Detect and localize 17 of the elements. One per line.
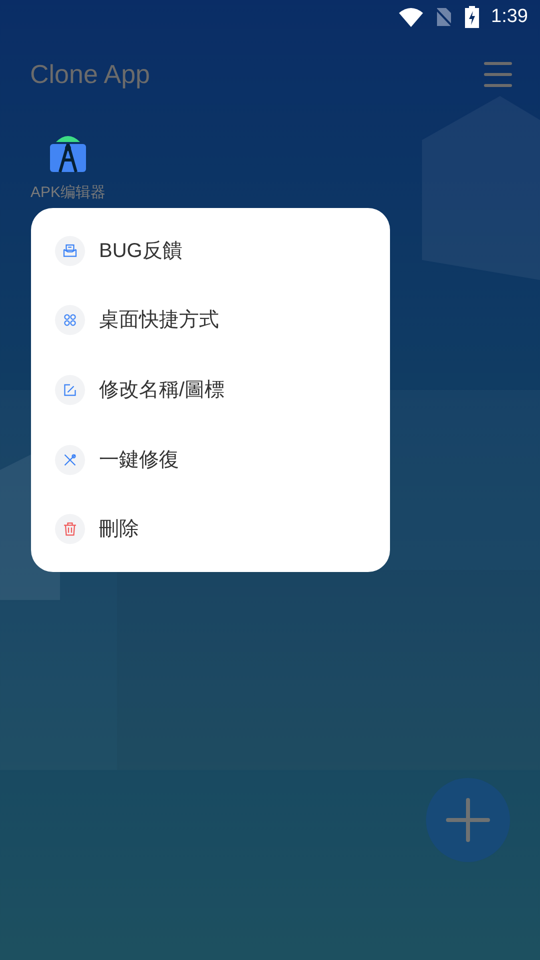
inbox-icon bbox=[55, 236, 85, 266]
menu-item[interactable]: 桌面快捷方式 bbox=[31, 286, 390, 356]
status-time: 1:39 bbox=[491, 4, 528, 29]
menu-item[interactable]: 修改名稱/圖標 bbox=[31, 355, 390, 425]
no-sim-icon bbox=[435, 7, 454, 27]
menu-item[interactable]: BUG反饋 bbox=[31, 216, 390, 286]
menu-icon[interactable] bbox=[484, 62, 512, 86]
menu-item[interactable]: 一鍵修復 bbox=[31, 424, 390, 494]
battery-charging-icon bbox=[465, 6, 480, 28]
app-title: Clone App bbox=[30, 58, 150, 90]
trash-icon bbox=[55, 514, 85, 544]
plus-icon bbox=[446, 798, 490, 842]
command-icon bbox=[55, 305, 85, 336]
wifi-icon bbox=[399, 7, 424, 27]
menu-item[interactable]: 刪除 bbox=[31, 494, 390, 564]
app-label: APK编辑器 bbox=[30, 184, 106, 202]
edit-icon bbox=[55, 374, 85, 405]
